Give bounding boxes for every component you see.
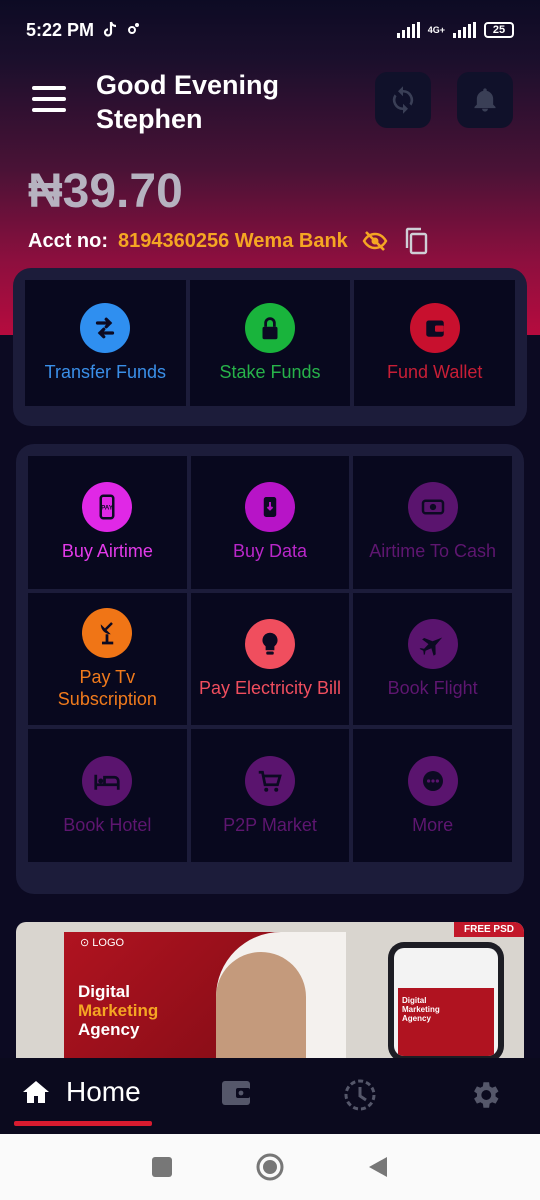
bell-icon — [474, 88, 496, 112]
wallet-balance: ₦39.70 — [28, 165, 183, 218]
notifications-button[interactable] — [457, 72, 513, 128]
nav-home-label: Home — [66, 1076, 141, 1107]
status-notification-icons — [102, 21, 140, 39]
account-info: Acct no: 8194360256 Wema Bank — [28, 226, 528, 256]
tile-book-flight[interactable]: Book Flight — [353, 592, 512, 726]
tile-stake-funds[interactable]: Stake Funds — [189, 280, 351, 406]
services-card: PAY Buy Airtime Buy Data Airtime To Cash Pay… — [16, 444, 524, 894]
refresh-icon — [392, 86, 414, 114]
svg-text:PAY: PAY — [101, 505, 114, 512]
transfer-icon — [80, 303, 131, 353]
data-icon — [244, 482, 295, 533]
status-bar: 5:22 PM 4G+ 25 — [0, 0, 540, 60]
more-icon — [407, 755, 458, 806]
lock-icon — [244, 303, 295, 353]
battery-icon: 25 — [484, 22, 514, 38]
bulb-icon — [244, 618, 295, 669]
gear-icon — [474, 1082, 499, 1108]
primary-actions-grid: Transfer Funds Stake Funds Fund Wallet — [25, 280, 515, 406]
tile-label: Book Flight — [387, 677, 478, 698]
settings-small-icon — [128, 23, 140, 34]
tile-label: P2P Market — [223, 814, 317, 835]
primary-actions-card: Transfer Funds Stake Funds Fund Wallet — [13, 268, 527, 426]
banner-tag: FREE PSD — [453, 922, 524, 937]
nav-settings[interactable] — [468, 1078, 502, 1117]
tiktok-icon — [103, 21, 117, 37]
status-time: 5:22 PM — [26, 19, 95, 40]
cart-icon — [244, 755, 295, 806]
back-icon[interactable] — [367, 1155, 389, 1179]
tile-buy-data[interactable]: Buy Data — [190, 456, 350, 589]
tile-label: Buy Airtime — [61, 541, 153, 562]
tile-book-hotel[interactable]: Book Hotel — [28, 729, 187, 862]
tile-transfer-funds[interactable]: Transfer Funds — [25, 280, 186, 406]
bed-icon — [82, 755, 133, 806]
airtime-icon: PAY — [82, 482, 133, 533]
nav-home[interactable]: Home — [22, 1076, 141, 1108]
tile-label: More — [412, 814, 454, 835]
nav-history[interactable] — [343, 1078, 377, 1117]
tile-airtime-to-cash[interactable]: Airtime To Cash — [353, 456, 512, 589]
account-label: Acct no: — [28, 229, 108, 252]
history-icon — [344, 1079, 376, 1111]
tile-label: Transfer Funds — [44, 362, 167, 382]
tile-pay-tv-subscription[interactable]: Pay Tv Subscription — [28, 592, 187, 726]
tile-more[interactable]: More — [353, 729, 512, 862]
services-grid: PAY Buy Airtime Buy Data Airtime To Cash Pay… — [28, 456, 512, 862]
wallet-icon — [409, 303, 460, 353]
tile-label: Pay Tv Subscription — [57, 666, 157, 709]
tile-label: Fund Wallet — [386, 362, 483, 382]
banner-phone-image: Digital Marketing Agency — [388, 942, 504, 1058]
nav-wallet[interactable] — [220, 1078, 252, 1113]
account-number: 8194360256 Wema Bank — [118, 229, 348, 252]
greeting-text: Good Evening — [96, 70, 280, 100]
tile-buy-airtime[interactable]: PAY Buy Airtime — [28, 456, 187, 589]
greeting: Good Evening Stephen — [96, 68, 356, 136]
copy-icon[interactable] — [402, 226, 430, 256]
tile-pay-electricity-bill[interactable]: Pay Electricity Bill — [190, 592, 350, 726]
banner-logo: ⊙ LOGO — [80, 937, 125, 949]
plane-icon — [407, 618, 458, 669]
bottom-navigation: Home — [0, 1058, 540, 1134]
cash-icon — [407, 482, 458, 533]
home-icon — [23, 1081, 49, 1103]
banner-person-image — [216, 952, 306, 1058]
tile-label: Airtime To Cash — [369, 541, 497, 562]
wallet-nav-icon — [222, 1081, 250, 1105]
signal-icon-2 — [453, 22, 476, 38]
tile-label: Buy Data — [232, 541, 308, 562]
tile-label: Book Hotel — [63, 814, 152, 835]
system-navigation-bar — [0, 1134, 540, 1200]
menu-icon[interactable] — [32, 86, 66, 112]
signal-icon — [396, 22, 420, 38]
tile-label: Stake Funds — [219, 362, 321, 382]
status-right-group: 4G+ 25 — [396, 22, 514, 38]
network-type: 4G+ — [427, 24, 445, 35]
tile-label: Pay Electricity Bill — [198, 677, 341, 698]
nav-active-indicator — [14, 1121, 152, 1126]
recents-icon[interactable] — [151, 1156, 173, 1178]
tile-p2p-market[interactable]: P2P Market — [190, 729, 350, 862]
home-system-icon[interactable] — [255, 1152, 285, 1182]
promo-banner[interactable]: ⊙ LOGO Digital Marketing Agency FREE PSD… — [16, 922, 524, 1058]
refresh-button[interactable] — [375, 72, 431, 128]
banner-title: Digital Marketing Agency — [78, 982, 159, 1039]
satellite-icon — [82, 607, 133, 658]
hide-balance-icon[interactable] — [362, 230, 388, 252]
user-name: Stephen — [96, 104, 203, 134]
tile-fund-wallet[interactable]: Fund Wallet — [354, 280, 515, 406]
